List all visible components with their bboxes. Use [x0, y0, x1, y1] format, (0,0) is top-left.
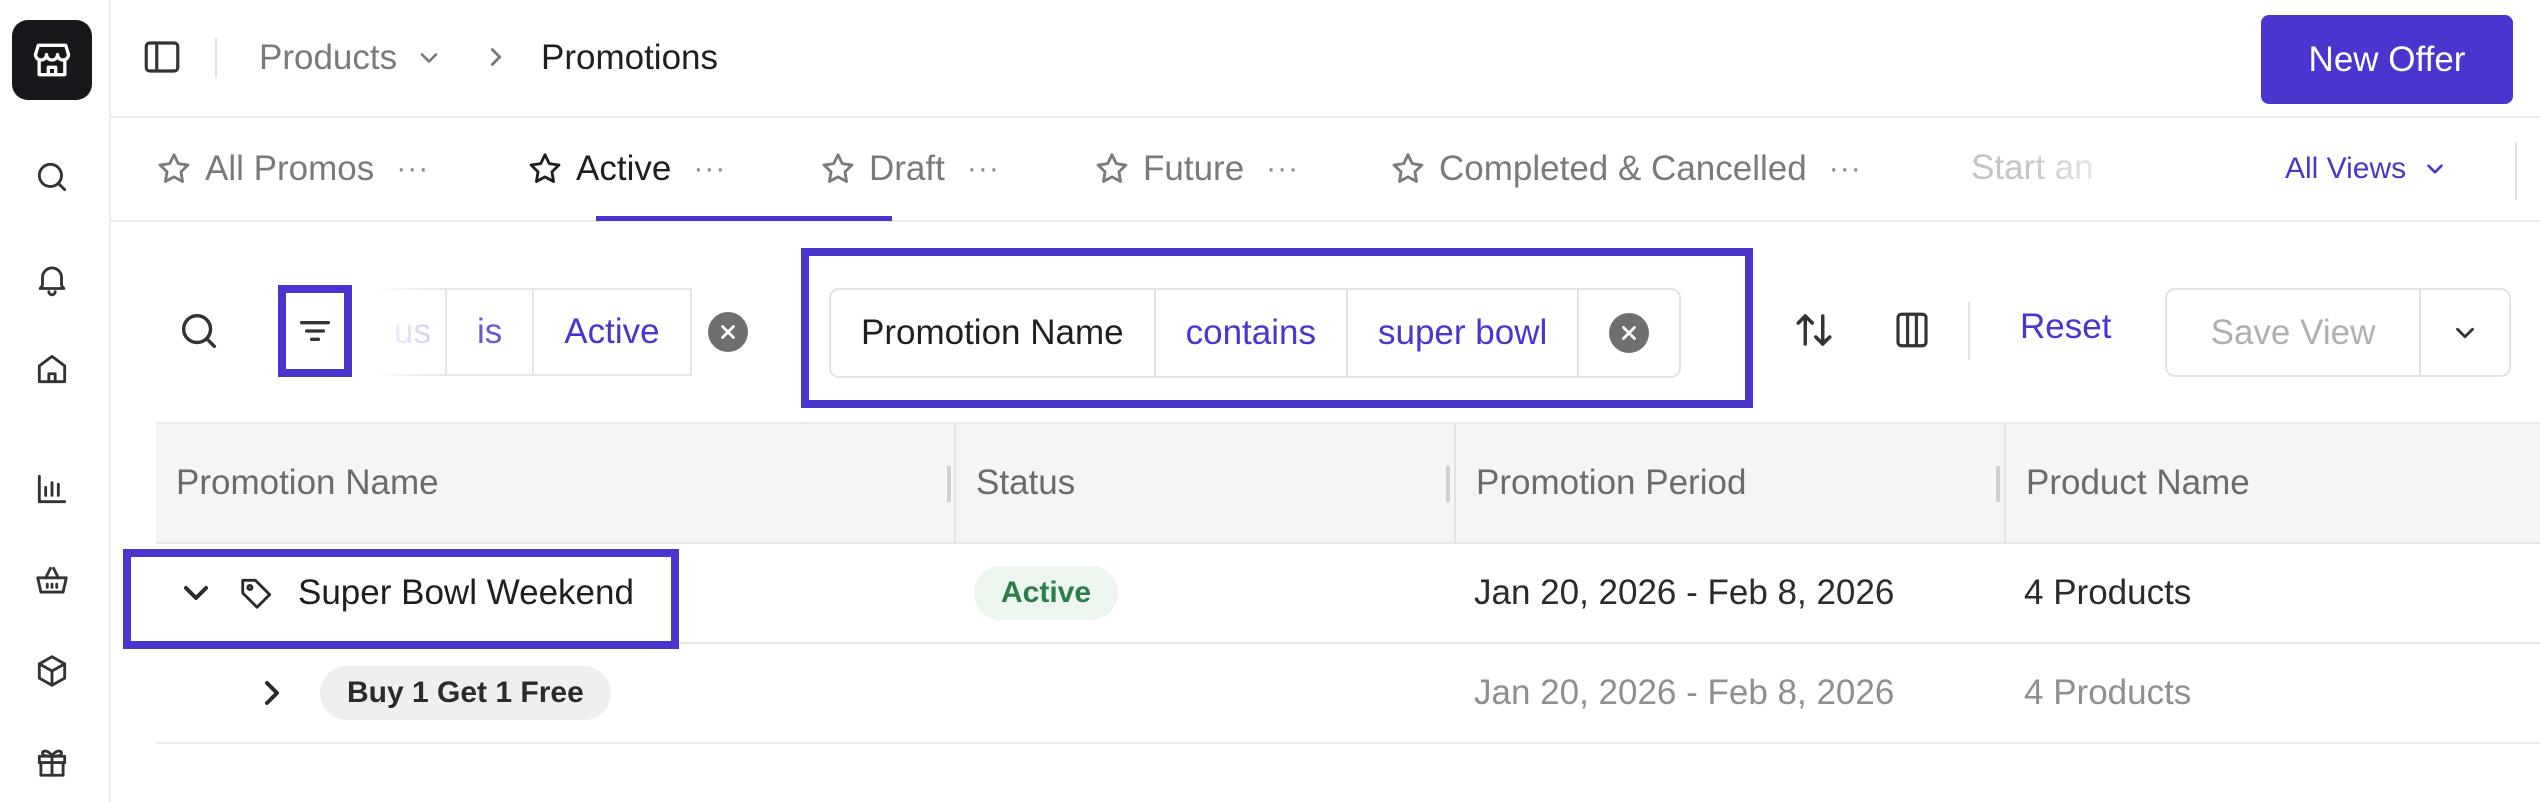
tab-more-icon[interactable]: ··· — [1266, 152, 1299, 186]
column-header-promotion-name[interactable]: Promotion Name — [176, 424, 439, 542]
column-resize-handle[interactable] — [1446, 466, 1450, 502]
filter-icon — [300, 321, 330, 341]
store-logo[interactable] — [12, 20, 92, 100]
nav-notifications[interactable] — [27, 254, 77, 304]
left-rail — [0, 0, 111, 802]
basket-icon — [36, 566, 68, 594]
tab-more-icon[interactable]: ··· — [693, 152, 726, 186]
tab-label: Draft — [869, 149, 945, 188]
chip-field[interactable]: Promotion Name — [831, 290, 1156, 376]
promotion-name-cell: Buy 1 Get 1 Free — [252, 644, 611, 742]
columns-icon[interactable] — [1891, 309, 1933, 351]
column-resize-handle[interactable] — [947, 466, 951, 502]
nav-orders[interactable] — [27, 556, 77, 606]
chevron-right-icon[interactable] — [252, 673, 292, 713]
tab-label: Future — [1143, 149, 1245, 188]
reset-button[interactable]: Reset — [2020, 307, 2111, 347]
chevron-down-icon — [2456, 327, 2474, 338]
table-row[interactable]: Buy 1 Get 1 Free Jan 20, 2026 - Feb 8, 2… — [156, 644, 2540, 744]
breadcrumb-products[interactable]: Products — [259, 38, 443, 78]
star-icon — [822, 153, 854, 183]
chevron-right-icon — [490, 48, 502, 66]
tab-label: All Promos — [205, 149, 375, 188]
column-header-status[interactable]: Status — [976, 424, 1075, 542]
tab-all-promos[interactable]: All Promos ··· — [155, 118, 429, 220]
tabs-divider — [2515, 142, 2517, 200]
filter-button[interactable] — [278, 285, 352, 377]
promotion-period-cell: Jan 20, 2026 - Feb 8, 2026 — [1474, 673, 1895, 712]
status-cell: Active — [974, 544, 1119, 642]
tab-label: Active — [576, 149, 672, 188]
highlight-box-row — [123, 549, 679, 649]
star-icon — [1392, 153, 1424, 183]
tab-future[interactable]: Future ··· — [1093, 118, 1299, 220]
bell-icon — [38, 266, 66, 297]
offer-name-badge: Buy 1 Get 1 Free — [320, 666, 611, 720]
star-icon — [529, 153, 561, 183]
nav-analytics[interactable] — [27, 464, 77, 514]
chip-clear-button[interactable] — [1579, 290, 1679, 376]
header-divider — [215, 38, 217, 78]
store-icon — [33, 43, 71, 77]
status-filter-chip: us is Active — [375, 288, 764, 376]
tab-more-icon[interactable]: ··· — [1829, 152, 1862, 186]
breadcrumb-products-label: Products — [259, 38, 398, 77]
chip-operator[interactable]: contains — [1156, 290, 1348, 376]
breadcrumb-current: Promotions — [541, 38, 719, 77]
column-header-product-name[interactable]: Product Name — [2026, 424, 2250, 542]
box-icon — [37, 655, 67, 687]
sort-icon[interactable] — [1793, 309, 1835, 351]
chip-clear-button[interactable] — [692, 288, 764, 376]
column-divider — [1454, 424, 1456, 544]
product-name-cell: 4 Products — [2024, 673, 2192, 712]
column-header-promotion-period[interactable]: Promotion Period — [1476, 424, 1746, 542]
tab-draft[interactable]: Draft ··· — [819, 118, 1000, 220]
gift-icon — [37, 749, 67, 777]
table-header: Promotion Name Status Promotion Period P… — [156, 422, 2540, 544]
star-icon — [158, 153, 190, 183]
clear-icon — [1609, 313, 1650, 353]
column-resize-handle[interactable] — [1996, 466, 2000, 502]
nav-products[interactable] — [27, 646, 77, 696]
filter-bar-divider — [1968, 302, 1970, 360]
tab-overflow[interactable]: Start an — [1971, 118, 2151, 218]
tab-active[interactable]: Active ··· — [526, 118, 726, 220]
new-offer-button[interactable]: New Offer — [2261, 15, 2513, 104]
tab-more-icon[interactable]: ··· — [396, 152, 429, 186]
clear-icon — [707, 312, 748, 352]
chevron-down-icon — [2427, 164, 2443, 174]
nav-promotions[interactable] — [27, 736, 77, 786]
all-views-label: All Views — [2285, 152, 2407, 185]
chip-field-truncated[interactable]: us — [375, 288, 445, 376]
tab-completed-cancelled[interactable]: Completed & Cancelled ··· — [1389, 118, 1862, 220]
chip-value[interactable]: Active — [534, 288, 692, 376]
column-divider — [954, 424, 956, 544]
status-badge: Active — [974, 566, 1119, 620]
chevron-down-icon — [420, 53, 438, 63]
product-name-cell: 4 Products — [2024, 573, 2192, 612]
nav-home[interactable] — [27, 344, 77, 394]
promotion-name-filter-chip: Promotion Name contains super bowl — [829, 288, 1682, 378]
star-icon — [1096, 153, 1128, 183]
top-header: Products Promotions New Offer — [111, 0, 2540, 118]
home-icon — [37, 354, 67, 384]
nav-search[interactable] — [27, 152, 77, 202]
save-view-menu-button[interactable] — [2421, 288, 2511, 377]
chip-value[interactable]: super bowl — [1348, 290, 1580, 376]
save-view-button[interactable]: Save View — [2165, 288, 2421, 377]
search-icon[interactable] — [176, 308, 222, 354]
all-views-dropdown[interactable]: All Views — [2285, 118, 2448, 220]
view-tabs: All Promos ··· Active ··· Draft ··· Futu… — [111, 118, 2540, 222]
tab-label: Completed & Cancelled — [1439, 149, 1807, 188]
tab-more-icon[interactable]: ··· — [967, 152, 1000, 186]
column-divider — [2004, 424, 2006, 544]
sidebar-toggle-icon[interactable] — [141, 36, 183, 78]
chip-operator[interactable]: is — [445, 288, 535, 376]
promotion-period-cell: Jan 20, 2026 - Feb 8, 2026 — [1474, 573, 1895, 612]
bar-chart-icon — [37, 474, 67, 504]
search-icon — [37, 162, 67, 192]
